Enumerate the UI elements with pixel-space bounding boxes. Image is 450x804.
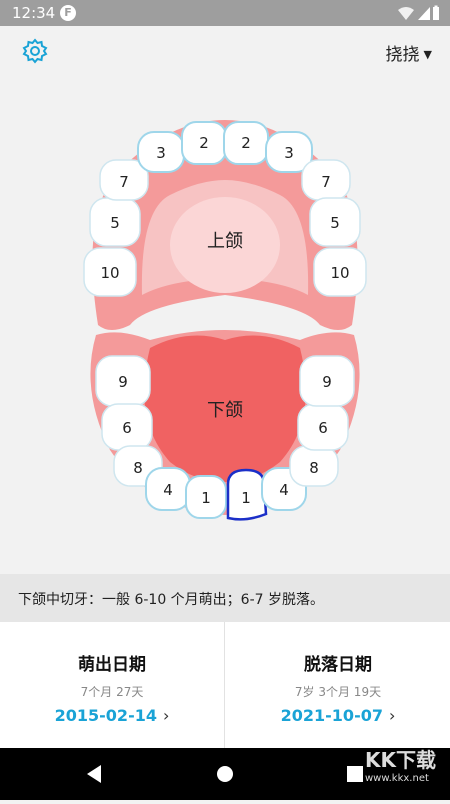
home-icon[interactable] (195, 748, 255, 800)
tooth-upper-r-1st-molar[interactable]: 5 (89, 197, 141, 247)
settings-gear-icon[interactable] (22, 38, 48, 64)
tooth-lower-l-1st-molar[interactable]: 6 (297, 403, 349, 451)
eruption-date: 2015-02-14 (54, 706, 157, 725)
tooth-upper-l-1st-molar[interactable]: 5 (309, 197, 361, 247)
tooth-lower-l-canine[interactable]: 8 (289, 445, 339, 487)
eruption-title: 萌出日期 (78, 655, 146, 675)
wifi-icon (398, 7, 414, 20)
svg-text:3: 3 (284, 144, 294, 162)
status-icons (396, 5, 440, 25)
upper-jaw-label: 上颌 (207, 231, 243, 252)
svg-text:1: 1 (201, 489, 211, 507)
svg-text:10: 10 (330, 264, 349, 282)
eruption-card[interactable]: 萌出日期 7个月 27天 2015-02-14 › (0, 622, 224, 748)
svg-text:7: 7 (119, 173, 129, 191)
app-notification-icon: F (60, 5, 76, 21)
svg-text:7: 7 (321, 173, 331, 191)
back-icon[interactable] (65, 748, 125, 800)
svg-text:9: 9 (322, 373, 332, 391)
svg-text:2: 2 (199, 134, 209, 152)
svg-text:3: 3 (156, 144, 166, 162)
battery-icon (433, 5, 439, 20)
tooth-lower-l-central-selected[interactable]: 1 (226, 468, 268, 521)
tooth-upper-l-canine[interactable]: 7 (301, 159, 351, 201)
svg-text:6: 6 (318, 419, 328, 437)
svg-text:1: 1 (241, 489, 251, 507)
tooth-lower-r-2nd-molar[interactable]: 9 (95, 355, 151, 407)
lower-jaw-label: 下颌 (207, 400, 243, 421)
chevron-right-icon: › (388, 706, 396, 725)
tooth-upper-l-central[interactable]: 2 (223, 121, 269, 165)
card-divider (224, 622, 225, 748)
shedding-date: 2021-10-07 (280, 706, 383, 725)
svg-text:8: 8 (309, 459, 319, 477)
shedding-card[interactable]: 脱落日期 7岁 3个月 19天 2021-10-07 › (226, 622, 450, 748)
tooth-info-text: 下颌中切牙：一般 6-10 个月萌出；6-7 岁脱落。 (18, 592, 324, 608)
svg-text:5: 5 (110, 214, 120, 232)
svg-text:8: 8 (133, 459, 143, 477)
tooth-lower-l-2nd-molar[interactable]: 9 (299, 355, 355, 407)
svg-text:5: 5 (330, 214, 340, 232)
svg-text:4: 4 (279, 481, 289, 499)
status-bar: 12:34 F (0, 0, 450, 26)
shedding-title: 脱落日期 (304, 655, 372, 675)
tooth-lower-r-central[interactable]: 1 (185, 475, 227, 519)
child-selector[interactable]: 挠挠 ▼ (386, 40, 432, 65)
chevron-right-icon: › (162, 706, 170, 725)
svg-text:10: 10 (100, 264, 119, 282)
svg-text:6: 6 (122, 419, 132, 437)
tooth-upper-r-lateral[interactable]: 3 (137, 131, 185, 173)
tooth-upper-r-central[interactable]: 2 (181, 121, 227, 165)
date-cards: 萌出日期 7个月 27天 2015-02-14 › 脱落日期 7岁 3个月 19天… (0, 622, 450, 748)
svg-text:2: 2 (241, 134, 251, 152)
shedding-date-link[interactable]: 2021-10-07 › (226, 706, 450, 725)
watermark-logo: KK下载 www.kkx.net (365, 748, 436, 784)
dropdown-arrow-icon: ▼ (423, 48, 432, 61)
child-name: 挠挠 (385, 45, 420, 65)
eruption-age: 7个月 27天 (80, 685, 144, 699)
status-time: 12:34 (12, 4, 56, 22)
eruption-date-link[interactable]: 2015-02-14 › (0, 706, 224, 725)
shedding-age: 7岁 3个月 19天 (294, 685, 382, 699)
toolbar: 挠挠 ▼ (0, 26, 450, 78)
dental-chart: 上颌 下颌 10 5 7 3 2 2 3 7 5 10 9 6 8 4 1 1 … (0, 90, 450, 534)
tooth-lower-r-lateral[interactable]: 4 (145, 467, 191, 511)
tooth-upper-l-2nd-molar[interactable]: 10 (313, 247, 367, 297)
svg-text:4: 4 (163, 481, 173, 499)
svg-text:9: 9 (118, 373, 128, 391)
tooth-info-bar: 下颌中切牙：一般 6-10 个月萌出；6-7 岁脱落。 (0, 574, 450, 622)
tooth-lower-r-1st-molar[interactable]: 6 (101, 403, 153, 451)
tooth-upper-r-2nd-molar[interactable]: 10 (83, 247, 137, 297)
signal-icon (418, 7, 430, 20)
